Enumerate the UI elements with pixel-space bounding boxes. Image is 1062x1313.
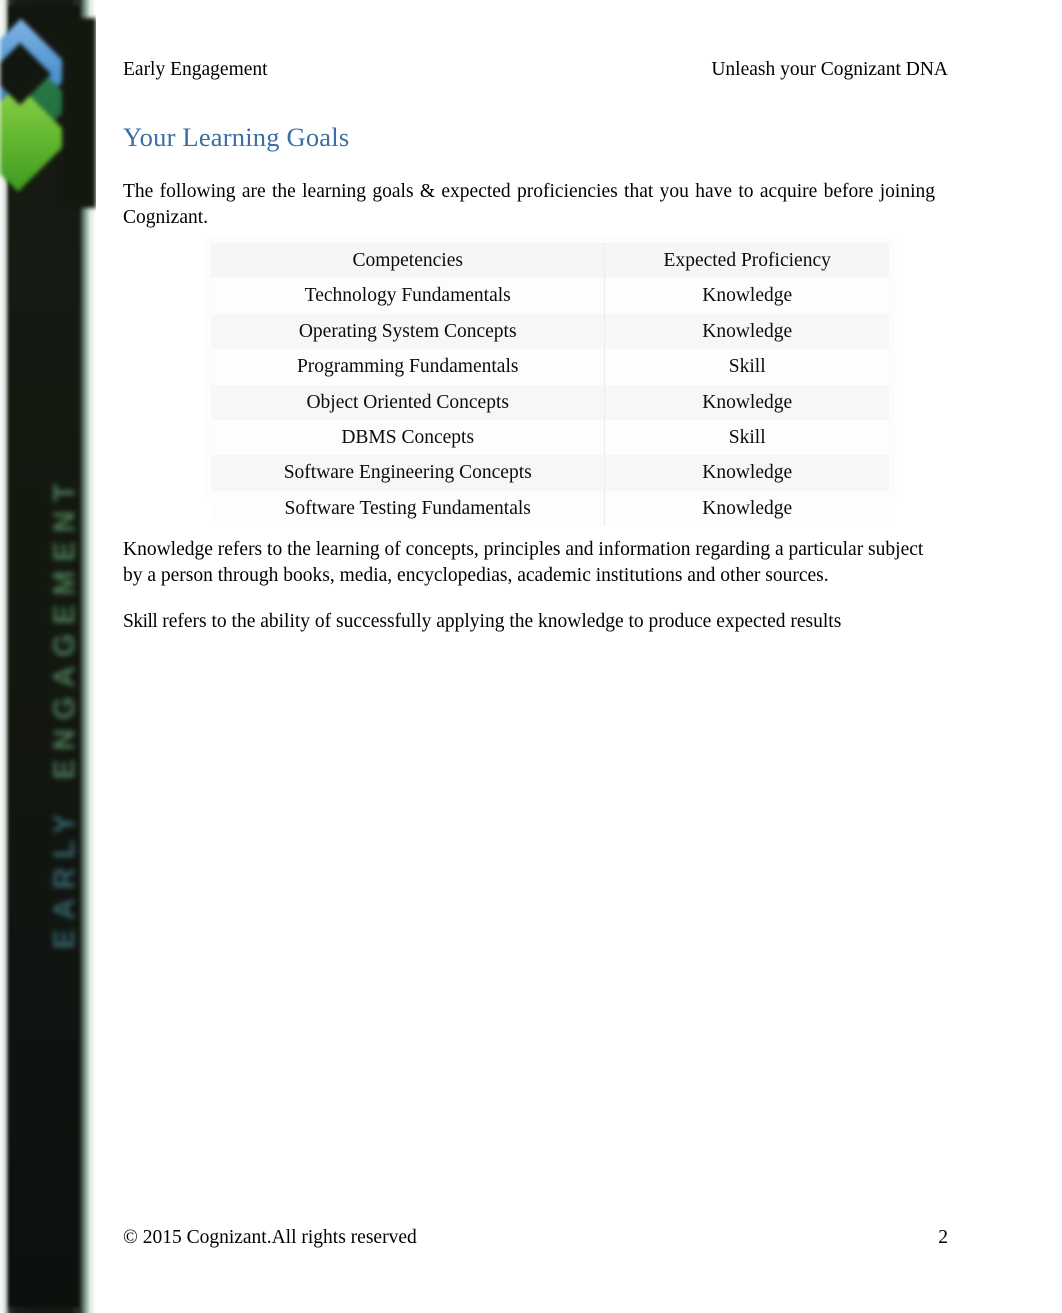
cell-proficiency: Knowledge	[604, 313, 889, 350]
footer-page-number: 2	[938, 1227, 948, 1248]
chevron-graphic	[0, 18, 96, 208]
cell-proficiency: Knowledge	[604, 490, 889, 527]
intro-paragraph: The following are the learning goals & e…	[123, 181, 935, 228]
running-footer: © 2015 Cognizant.All rights reserved 2	[123, 1226, 948, 1249]
competency-table-wrapper: Competencies Expected Proficiency Techno…	[211, 243, 889, 527]
page-title: Your Learning Goals	[123, 122, 350, 152]
cell-proficiency: Knowledge	[604, 278, 889, 314]
skill-definition-paragraph: Skill refers to the ability of successfu…	[123, 609, 935, 635]
table-row: Technology Fundamentals Knowledge	[211, 278, 889, 314]
cell-competency: DBMS Concepts	[341, 426, 475, 448]
cell-competency: Software Engineering Concepts	[283, 462, 532, 484]
table-row: Software Engineering Concepts Knowledge	[211, 455, 889, 491]
cell-competency: Operating System Concepts	[298, 320, 517, 342]
table-row: DBMS Concepts Skill	[211, 419, 889, 456]
document-page: ENGAGEMENT EARLY Early Engagement Unleas…	[0, 0, 1062, 1313]
table-row: Software Testing Fundamentals Knowledge	[211, 490, 889, 527]
table-row: Operating System Concepts Knowledge	[211, 313, 889, 350]
column-header-competencies: Competencies	[352, 250, 463, 271]
skill-definition-rest: refers to the ability of successfully ap…	[162, 611, 842, 632]
competency-table: Competencies Expected Proficiency Techno…	[211, 243, 889, 527]
header-right-text: Unleash your Cognizant DNA	[711, 59, 948, 80]
table-row: Object Oriented Concepts Knowledge	[211, 384, 889, 420]
chevron-right-mask	[62, 18, 96, 208]
cell-proficiency: Knowledge	[604, 455, 889, 491]
cell-competency: Object Oriented Concepts	[306, 391, 509, 413]
running-header: Early Engagement Unleash your Cognizant …	[123, 58, 948, 81]
knowledge-definition-paragraph: Knowledge refers to the learning of conc…	[123, 539, 924, 586]
header-left-text: Early Engagement	[123, 59, 268, 80]
table-header-row: Competencies Expected Proficiency	[211, 243, 889, 279]
table-row: Programming Fundamentals Skill	[211, 349, 889, 385]
column-header-expected-proficiency: Expected Proficiency	[604, 243, 889, 279]
skill-term: Skill	[123, 611, 158, 632]
competency-table-body: Competencies Expected Proficiency Techno…	[211, 243, 889, 527]
cell-proficiency: Skill	[604, 419, 889, 456]
cell-competency: Software Testing Fundamentals	[284, 497, 531, 519]
footer-copyright: © 2015 Cognizant.All rights reserved	[123, 1227, 417, 1248]
cell-proficiency: Skill	[604, 349, 889, 385]
content-column: Early Engagement Unleash your Cognizant …	[123, 0, 948, 1313]
cell-proficiency: Knowledge	[604, 384, 889, 420]
decorative-sidebar: ENGAGEMENT EARLY	[0, 0, 96, 1313]
cell-competency: Technology Fundamentals	[304, 285, 511, 307]
cell-competency: Programming Fundamentals	[296, 356, 519, 378]
sidebar-vertical-text-bottom: EARLY	[48, 805, 81, 949]
